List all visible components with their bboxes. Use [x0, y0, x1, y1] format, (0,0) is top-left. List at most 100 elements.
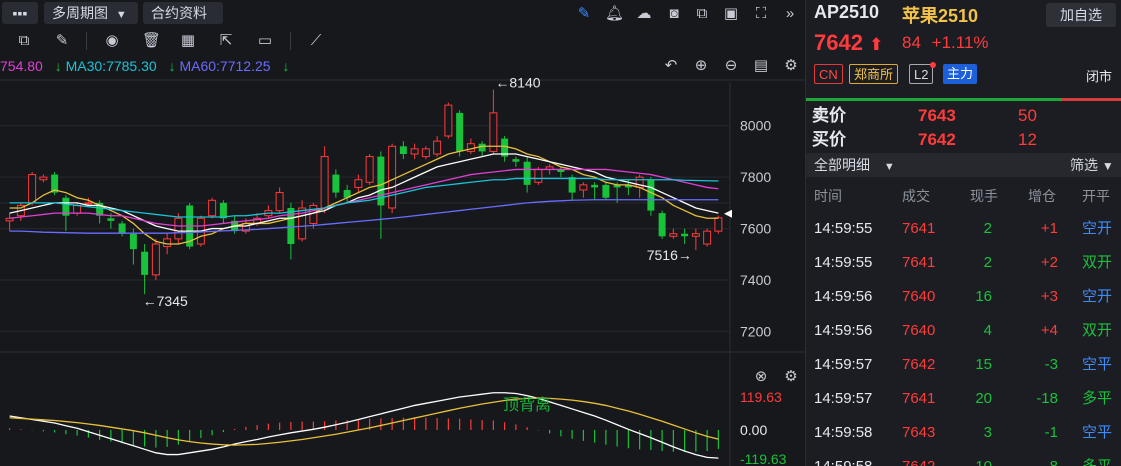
- candle-body: [534, 168, 543, 183]
- ask-row: 卖价 7643 50: [806, 104, 1121, 128]
- multi-period-dropdown[interactable]: 多周期图 ▼: [44, 2, 138, 24]
- tick-open-close: 空开: [1082, 288, 1113, 305]
- ma60-value: MA60:7712.25: [179, 58, 271, 74]
- candle-body: [39, 176, 48, 181]
- candle-body: [73, 204, 82, 214]
- candle-body: [287, 208, 295, 244]
- symbol-name: 苹果2510: [902, 6, 979, 26]
- copy-icon[interactable]: ⧉: [693, 5, 711, 23]
- candle-body: [343, 190, 351, 198]
- add-watchlist-button[interactable]: 加自选: [1046, 3, 1116, 27]
- candle-body: [444, 104, 453, 137]
- last-price-value: 7642: [814, 30, 863, 55]
- up-arrow-icon: ⬆: [869, 35, 884, 54]
- chart-area[interactable]: ▪▪▪ 多周期图 ▼ 合约资料 ✎ 🔔︎ ☁ ◙ ⧉ ▣ ⛶ » ⧉ ✎ ◉ 🗑…: [0, 0, 805, 466]
- low-price-annotation: ←7345: [143, 293, 188, 309]
- tick-price: 7640: [902, 288, 936, 305]
- eye-icon[interactable]: ◉: [103, 32, 121, 50]
- tick-row: 14:59:55 7641 2 +1 空开: [806, 212, 1121, 246]
- ma-line: [9, 153, 719, 232]
- zoom-in-icon[interactable]: ⊕: [692, 57, 710, 75]
- candle-body: [141, 251, 149, 275]
- draw-icon[interactable]: ✎: [575, 5, 593, 23]
- candle-body: [512, 159, 520, 162]
- candle-body: [669, 233, 678, 237]
- bid-price: 7642: [918, 130, 956, 149]
- tick-price: 7641: [902, 254, 936, 271]
- candle-body: [275, 192, 284, 212]
- undo-icon[interactable]: ↶: [662, 57, 680, 75]
- tick-price: 7642: [902, 450, 935, 466]
- ma30-value: MA30:7785.30: [65, 58, 157, 74]
- col-time: 时间: [814, 188, 842, 204]
- candle-body: [186, 205, 194, 247]
- pen-icon[interactable]: ✎: [53, 32, 71, 50]
- tick-row: 14:59:56 7640 4 +4 双开: [806, 314, 1121, 348]
- tick-row: 14:59:58 7642 10 -8 多平: [806, 450, 1121, 466]
- detail-label: 全部明细: [814, 157, 870, 173]
- filter-button[interactable]: 筛选 ▼: [1070, 153, 1114, 178]
- zoom-out-icon[interactable]: ⊖: [722, 57, 740, 75]
- ruler-icon[interactable]: ⟋: [307, 32, 325, 50]
- candle-body: [320, 156, 329, 209]
- candle-body: [309, 204, 318, 224]
- trash-icon[interactable]: 🗑︎: [142, 32, 161, 50]
- detail-dropdown[interactable]: 全部明细 ▼: [814, 153, 895, 179]
- comment-icon[interactable]: ▭: [256, 32, 274, 50]
- layout-icon[interactable]: ⧉: [15, 32, 33, 50]
- cloud-icon[interactable]: ☁: [635, 5, 653, 23]
- quote-panel: AP2510 苹果2510 加自选 7642 ⬆ 84 +1.11% CN 郑商…: [805, 0, 1121, 466]
- macd-dif-line: [9, 392, 719, 459]
- tick-volume: 3: [983, 424, 992, 441]
- tick-row: 14:59:57 7641 20 -18 多平: [806, 382, 1121, 416]
- candle-body: [579, 184, 588, 191]
- ma-line: [9, 177, 719, 218]
- down-arrow-icon: ↓: [282, 58, 290, 74]
- price-tick-label: 7400: [740, 272, 771, 288]
- close-indicator-icon[interactable]: ⊗: [752, 368, 770, 386]
- candle-body: [84, 202, 93, 205]
- menu-dots-icon[interactable]: ▪▪▪: [2, 2, 38, 24]
- tick-price: 7641: [902, 390, 936, 407]
- tick-time: 14:59:55: [814, 220, 873, 237]
- macd-tick-label: -119.63: [740, 451, 787, 466]
- grid-icon[interactable]: ▦: [179, 32, 197, 50]
- candle-body: [456, 112, 464, 152]
- bid-label: 买价: [812, 130, 846, 149]
- tick-price: 7642: [902, 356, 936, 373]
- tick-time: 14:59:57: [814, 390, 873, 407]
- candle-body: [658, 213, 666, 237]
- last-price-marker: [724, 209, 732, 218]
- candle-body: [365, 156, 374, 183]
- fullscreen-icon[interactable]: ⛶: [752, 5, 770, 23]
- tick-open-close: 空平: [1082, 356, 1113, 373]
- export-icon[interactable]: ⇱: [217, 32, 235, 50]
- contract-info-button[interactable]: 合约资料: [143, 2, 223, 24]
- indicator-settings-icon[interactable]: ⚙: [782, 368, 800, 386]
- candle-body: [129, 233, 137, 250]
- change-pct: +1.11%: [931, 33, 989, 52]
- collapse-icon[interactable]: »: [781, 5, 799, 23]
- tick-oi-change: -1: [1044, 424, 1058, 441]
- ask-volume: 50: [1018, 106, 1037, 125]
- price-tick-label: 7600: [740, 221, 771, 237]
- bell-icon[interactable]: 🔔︎: [605, 5, 624, 23]
- tick-oi-change: +2: [1040, 254, 1058, 271]
- tick-price: 7643: [902, 424, 936, 441]
- candle-body: [433, 140, 442, 155]
- monitor-icon[interactable]: ▣: [722, 5, 740, 23]
- recent-low-annotation: 7516→: [647, 247, 692, 263]
- tick-open-close: 空开: [1082, 220, 1113, 237]
- tick-open-close: 多平: [1082, 390, 1113, 407]
- last-price: 7642 ⬆: [814, 30, 883, 56]
- caret-down-icon: ▼: [883, 161, 895, 173]
- divergence-label: 顶背离: [503, 395, 551, 414]
- candle-body: [96, 202, 104, 216]
- camera-icon[interactable]: ◙: [665, 5, 683, 23]
- candle-body: [410, 148, 419, 155]
- tick-time: 14:59:56: [814, 288, 873, 305]
- window-icon[interactable]: ▤: [752, 57, 770, 75]
- settings-icon[interactable]: ⚙: [782, 57, 800, 75]
- candle-body: [478, 143, 486, 152]
- tick-open-close: 双开: [1082, 254, 1113, 271]
